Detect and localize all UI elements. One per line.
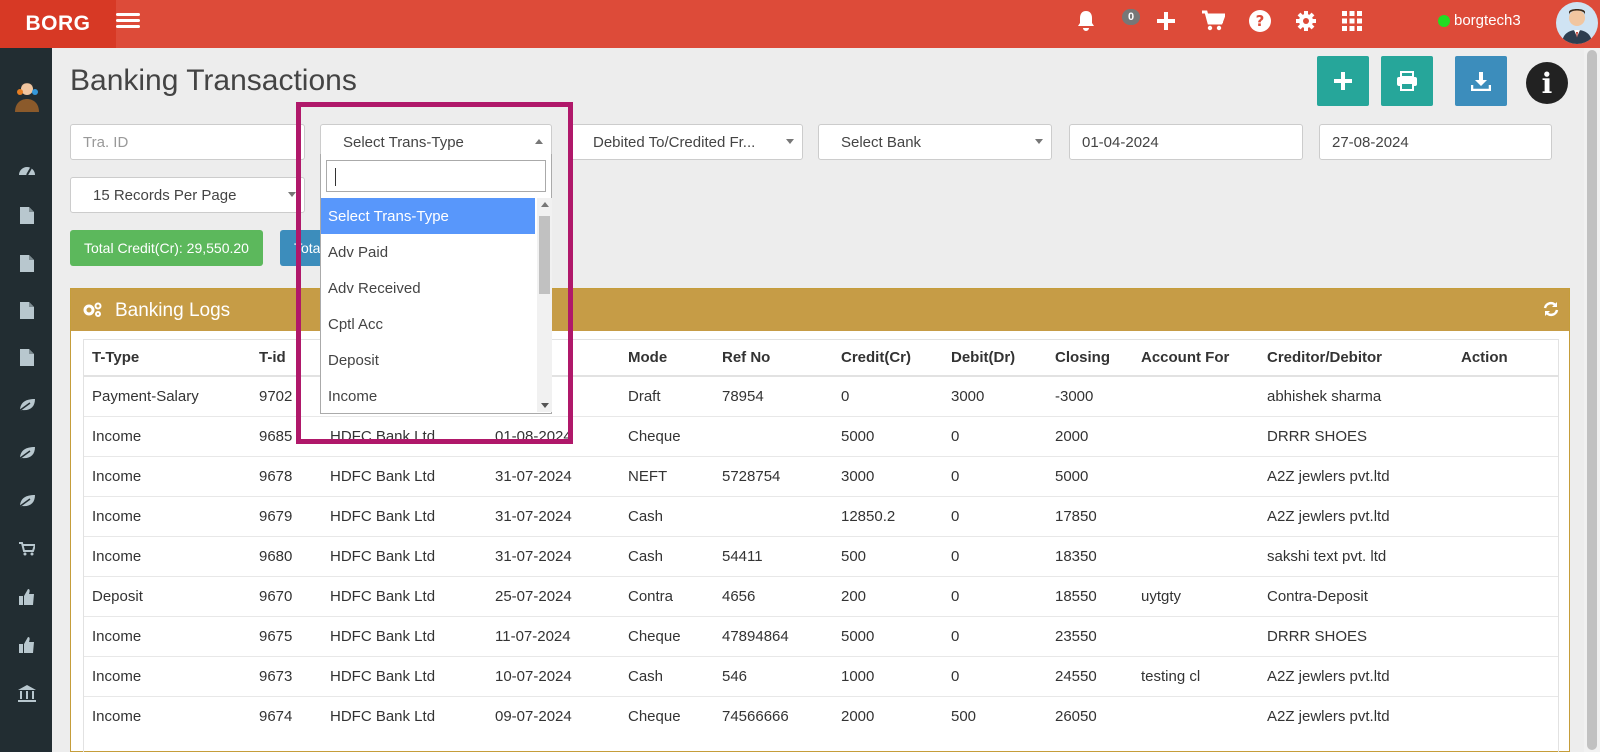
user-avatar[interactable] [1556, 2, 1598, 44]
column-header[interactable]: Closing [1047, 340, 1133, 377]
table-row[interactable]: Payment-Salary9702-2024Draft7895403000-3… [84, 375, 1558, 416]
date-to-input[interactable]: 27-08-2024 [1319, 124, 1552, 160]
scroll-up-icon[interactable] [541, 202, 549, 207]
dropdown-option[interactable]: Cptl Acc [321, 306, 535, 342]
total-credit-badge: Total Credit(Cr): 29,550.20 [70, 230, 263, 266]
sidebar [0, 48, 52, 752]
caret-down-icon [786, 139, 794, 144]
notification-badge: 0 [1122, 9, 1141, 25]
refresh-icon[interactable] [1543, 301, 1559, 323]
bank-icon[interactable] [16, 682, 38, 704]
dropdown-option[interactable]: Adv Received [321, 270, 535, 306]
top-navbar: BORG 0 ? borgtech3 [0, 0, 1600, 48]
dropdown-option[interactable]: Income [321, 378, 535, 414]
leaf-icon[interactable] [16, 394, 38, 416]
column-header[interactable]: Action [1453, 340, 1558, 377]
file-icon[interactable] [16, 346, 38, 368]
table-row[interactable]: Income 9678 HDFC Bank Ltd 31-07-2024 NEFT 572… [84, 455, 1558, 496]
column-header[interactable]: Credit(Cr) [833, 340, 943, 377]
page-title: Banking Transactions [70, 64, 357, 97]
debited-credited-select[interactable]: Debited To/Credited Fr... [570, 124, 803, 160]
column-header[interactable]: Mode [620, 340, 714, 377]
dropdown-option[interactable]: Deposit [321, 342, 535, 378]
user-menu[interactable]: borgtech3 [1438, 12, 1521, 29]
gear-icon[interactable] [1293, 8, 1319, 34]
dropdown-options: Select Trans-Type Adv Paid Adv Received … [321, 198, 535, 414]
download-icon [1471, 72, 1491, 91]
column-header[interactable]: Debit(Dr) [943, 340, 1047, 377]
date-from-input[interactable]: 01-04-2024 [1069, 124, 1303, 160]
bell-icon[interactable] [1073, 8, 1099, 34]
banking-logs-panel: Banking Logs T-Type T-id Mode Ref No Cre… [70, 288, 1570, 752]
menu-toggle-icon[interactable] [116, 10, 140, 34]
scroll-down-icon[interactable] [541, 403, 549, 408]
leaf-icon[interactable] [16, 442, 38, 464]
print-icon [1397, 71, 1417, 91]
caret-down-icon [288, 192, 296, 197]
records-per-page-select[interactable]: 15 Records Per Page [70, 177, 305, 213]
brand-logo[interactable]: BORG [0, 0, 116, 48]
table-row[interactable]: Income 9673 HDFC Bank Ltd 10-07-2024 Cash 546… [84, 655, 1558, 696]
trans-type-dropdown: Select Trans-Type Adv Paid Adv Received … [320, 154, 552, 414]
column-header[interactable]: T-Type [84, 340, 251, 377]
page-scrollbar[interactable] [1584, 48, 1600, 752]
table-row[interactable]: Income 9674 HDFC Bank Ltd 09-07-2024 Cheque 7… [84, 695, 1558, 736]
dropdown-scrollbar[interactable] [537, 198, 552, 412]
thumbs-up-icon[interactable] [16, 634, 38, 656]
panel-header: Banking Logs [71, 289, 1569, 331]
dropdown-search-input[interactable] [326, 160, 546, 192]
column-header[interactable]: Ref No [714, 340, 833, 377]
table-header-row: T-Type T-id Mode Ref No Credit(Cr) Debit… [84, 340, 1558, 377]
table-row[interactable]: Income 9675 HDFC Bank Ltd 11-07-2024 Cheque 4… [84, 615, 1558, 656]
online-status-icon [1438, 14, 1450, 27]
add-button[interactable] [1317, 56, 1369, 106]
thumbs-up-icon[interactable] [16, 586, 38, 608]
grid-icon[interactable] [1339, 8, 1365, 34]
table-body: Payment-Salary9702-2024Draft7895403000-3… [84, 375, 1558, 736]
column-header[interactable]: Account For [1133, 340, 1259, 377]
cogs-icon [83, 301, 103, 323]
table-row[interactable]: Income 9685 HDFC Bank Ltd 01-08-2024 Cheque 5… [84, 415, 1558, 456]
dropdown-option[interactable]: Select Trans-Type [321, 198, 535, 234]
table-row[interactable]: Income 9679 HDFC Bank Ltd 31-07-2024 Cash 128… [84, 495, 1558, 536]
cart-icon[interactable] [16, 538, 38, 560]
caret-up-icon [535, 139, 543, 144]
column-header[interactable]: Creditor/Debitor [1259, 340, 1453, 377]
file-icon[interactable] [16, 252, 38, 274]
table-row[interactable]: Income 9680 HDFC Bank Ltd 31-07-2024 Cash 544… [84, 535, 1558, 576]
print-button[interactable] [1381, 56, 1433, 106]
file-icon[interactable] [16, 299, 38, 321]
dashboard-icon[interactable] [16, 158, 38, 180]
transactions-table: T-Type T-id Mode Ref No Credit(Cr) Debit… [84, 340, 1558, 736]
transactions-table-wrapper: T-Type T-id Mode Ref No Credit(Cr) Debit… [83, 339, 1559, 752]
column-header[interactable]: T-id [251, 340, 322, 377]
panel-title: Banking Logs [115, 300, 231, 321]
plus-icon [1334, 72, 1352, 90]
download-button[interactable] [1455, 56, 1507, 106]
info-icon[interactable]: i [1526, 62, 1568, 104]
caret-down-icon [1035, 139, 1043, 144]
table-row[interactable]: Deposit 9670 HDFC Bank Ltd 25-07-2024 Contra… [84, 575, 1558, 616]
dropdown-option[interactable]: Adv Paid [321, 234, 535, 270]
plus-icon[interactable] [1153, 8, 1179, 34]
question-icon[interactable]: ? [1247, 8, 1273, 34]
leaf-icon[interactable] [16, 490, 38, 512]
bank-select[interactable]: Select Bank [818, 124, 1052, 160]
cart-icon[interactable] [1200, 8, 1226, 34]
sidebar-user-icon[interactable] [12, 80, 42, 112]
file-icon[interactable] [16, 204, 38, 226]
svg-text:?: ? [1256, 12, 1265, 30]
username: borgtech3 [1454, 12, 1521, 29]
tra-id-input[interactable]: Tra. ID [70, 124, 305, 160]
